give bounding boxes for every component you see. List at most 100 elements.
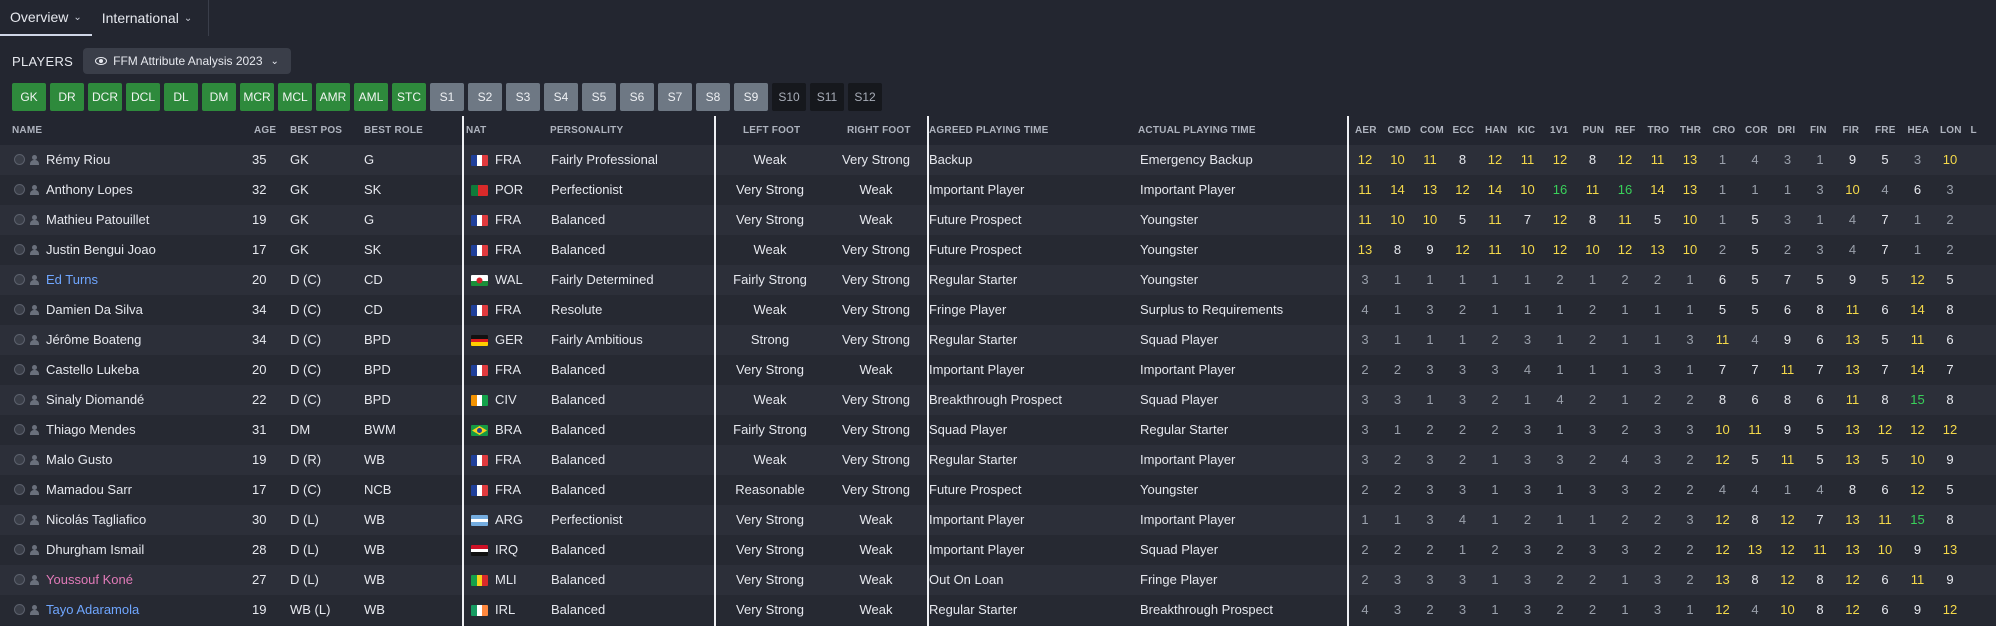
filter-dl-button[interactable]: DL — [164, 83, 198, 111]
filter-dm-button[interactable]: DM — [202, 83, 236, 111]
filter-s8-button[interactable]: S8 — [696, 83, 730, 111]
table-row[interactable]: Mathieu Patouillet 19 GK G FRA Balanced Very S… — [0, 205, 1996, 235]
row-select-checkbox[interactable] — [14, 244, 25, 255]
player-nationality[interactable]: FRA — [495, 482, 521, 497]
col-header-attr-fin[interactable]: FIN — [1810, 125, 1827, 136]
row-select-checkbox[interactable] — [14, 514, 25, 525]
tab-international[interactable]: International ⌄ — [92, 0, 202, 36]
col-header-attr-cor[interactable]: COR — [1745, 125, 1768, 136]
col-header-right-foot[interactable]: RIGHT FOOT — [847, 125, 911, 136]
player-nationality[interactable]: BRA — [495, 422, 522, 437]
filter-s9-button[interactable]: S9 — [734, 83, 768, 111]
col-header-agreed-playing-time[interactable]: AGREED PLAYING TIME — [929, 125, 1049, 136]
table-row[interactable]: Anthony Lopes 32 GK SK POR Perfectionist Very … — [0, 175, 1996, 205]
player-nationality[interactable]: IRL — [495, 602, 515, 617]
player-name-link[interactable]: Ed Turns — [46, 272, 98, 287]
row-select-checkbox[interactable] — [14, 394, 25, 405]
player-name-link[interactable]: Sinaly Diomandé — [46, 392, 144, 407]
table-row[interactable]: Jérôme Boateng 34 D (C) BPD GER Fairly Ambiti… — [0, 325, 1996, 355]
filter-s6-button[interactable]: S6 — [620, 83, 654, 111]
player-nationality[interactable]: FRA — [495, 152, 521, 167]
col-header-attr-kic[interactable]: KIC — [1518, 125, 1536, 136]
table-row[interactable]: Damien Da Silva 34 D (C) CD FRA Resolute Weak V… — [0, 295, 1996, 325]
filter-s4-button[interactable]: S4 — [544, 83, 578, 111]
col-header-attr-hea[interactable]: HEA — [1908, 125, 1930, 136]
col-header-attr-cmd[interactable]: CMD — [1388, 125, 1411, 136]
row-select-checkbox[interactable] — [14, 184, 25, 195]
player-nationality[interactable]: ARG — [495, 512, 523, 527]
filter-s2-button[interactable]: S2 — [468, 83, 502, 111]
player-name-link[interactable]: Damien Da Silva — [46, 302, 143, 317]
row-select-checkbox[interactable] — [14, 304, 25, 315]
table-row[interactable]: Castello Lukeba 20 D (C) BPD FRA Balanced Very… — [0, 355, 1996, 385]
player-name-link[interactable]: Rémy Riou — [46, 152, 110, 167]
col-header-name[interactable]: NAME — [12, 125, 42, 136]
player-name-link[interactable]: Malo Gusto — [46, 452, 112, 467]
player-nationality[interactable]: FRA — [495, 242, 521, 257]
filter-aml-button[interactable]: AML — [354, 83, 388, 111]
col-header-attr-ecc[interactable]: ECC — [1453, 125, 1475, 136]
filter-dr-button[interactable]: DR — [50, 83, 84, 111]
col-header-left-foot[interactable]: LEFT FOOT — [743, 125, 800, 136]
player-nationality[interactable]: FRA — [495, 362, 521, 377]
player-name-link[interactable]: Anthony Lopes — [46, 182, 133, 197]
table-row[interactable]: Youssouf Koné 27 D (L) WB MLI Balanced Very St… — [0, 565, 1996, 595]
player-name-link[interactable]: Jérôme Boateng — [46, 332, 141, 347]
row-select-checkbox[interactable] — [14, 604, 25, 615]
filter-dcl-button[interactable]: DCL — [126, 83, 160, 111]
table-row[interactable]: Rémy Riou 35 GK G FRA Fairly Professional Weak… — [0, 145, 1996, 175]
filter-stc-button[interactable]: STC — [392, 83, 426, 111]
filter-dcr-button[interactable]: DCR — [88, 83, 122, 111]
player-nationality[interactable]: POR — [495, 182, 523, 197]
table-row[interactable]: Ed Turns 20 D (C) CD WAL Fairly Determined Fai… — [0, 265, 1996, 295]
filter-mcl-button[interactable]: MCL — [278, 83, 312, 111]
col-header-attr-han[interactable]: HAN — [1485, 125, 1507, 136]
player-name-link[interactable]: Mathieu Patouillet — [46, 212, 149, 227]
filter-s5-button[interactable]: S5 — [582, 83, 616, 111]
row-select-checkbox[interactable] — [14, 424, 25, 435]
filter-mcr-button[interactable]: MCR — [240, 83, 274, 111]
player-name-link[interactable]: Mamadou Sarr — [46, 482, 132, 497]
table-row[interactable]: Justin Bengui Joao 17 GK SK FRA Balanced Weak V… — [0, 235, 1996, 265]
player-nationality[interactable]: GER — [495, 332, 523, 347]
col-header-attr-lon[interactable]: LON — [1940, 125, 1962, 136]
table-row[interactable]: Thiago Mendes 31 DM BWM BRA Balanced Fairly St… — [0, 415, 1996, 445]
row-select-checkbox[interactable] — [14, 154, 25, 165]
row-select-checkbox[interactable] — [14, 214, 25, 225]
player-name-link[interactable]: Thiago Mendes — [46, 422, 136, 437]
player-name-link[interactable]: Youssouf Koné — [46, 572, 133, 587]
player-name-link[interactable]: Tayo Adaramola — [46, 602, 139, 617]
player-nationality[interactable]: IRQ — [495, 542, 518, 557]
filter-s10-button[interactable]: S10 — [772, 83, 806, 111]
col-header-nat[interactable]: NAT — [466, 125, 486, 136]
player-nationality[interactable]: FRA — [495, 452, 521, 467]
player-nationality[interactable]: CIV — [495, 392, 517, 407]
filter-gk-button[interactable]: GK — [12, 83, 46, 111]
table-row[interactable]: Tayo Adaramola 19 WB (L) WB IRL Balanced Very … — [0, 595, 1996, 625]
filter-s1-button[interactable]: S1 — [430, 83, 464, 111]
row-select-checkbox[interactable] — [14, 544, 25, 555]
player-nationality[interactable]: WAL — [495, 272, 523, 287]
col-header-attr-com[interactable]: COM — [1420, 125, 1444, 136]
row-select-checkbox[interactable] — [14, 484, 25, 495]
player-nationality[interactable]: FRA — [495, 302, 521, 317]
player-name-link[interactable]: Dhurgham Ismail — [46, 542, 144, 557]
col-header-attr-ref[interactable]: REF — [1615, 125, 1636, 136]
col-header-attr-pun[interactable]: PUN — [1583, 125, 1605, 136]
table-row[interactable]: Malo Gusto 19 D (R) WB FRA Balanced Weak Very S… — [0, 445, 1996, 475]
view-selector-button[interactable]: FFM Attribute Analysis 2023 ⌄ — [83, 48, 291, 74]
filter-amr-button[interactable]: AMR — [316, 83, 350, 111]
table-row[interactable]: Nicolás Tagliafico 30 D (L) WB ARG Perfection… — [0, 505, 1996, 535]
tab-overview[interactable]: Overview ⌄ — [0, 0, 92, 36]
col-header-attr-fir[interactable]: FIR — [1843, 125, 1860, 136]
col-header-attr-dri[interactable]: DRI — [1778, 125, 1796, 136]
col-header-attr-thr[interactable]: THR — [1680, 125, 1701, 136]
filter-s12-button[interactable]: S12 — [848, 83, 882, 111]
col-header-best-role[interactable]: BEST ROLE — [364, 125, 423, 136]
row-select-checkbox[interactable] — [14, 454, 25, 465]
row-select-checkbox[interactable] — [14, 574, 25, 585]
col-header-attr-1v1[interactable]: 1V1 — [1550, 125, 1568, 136]
col-header-attr-cro[interactable]: CRO — [1713, 125, 1736, 136]
table-row[interactable]: Mamadou Sarr 17 D (C) NCB FRA Balanced Reasona… — [0, 475, 1996, 505]
row-select-checkbox[interactable] — [14, 274, 25, 285]
